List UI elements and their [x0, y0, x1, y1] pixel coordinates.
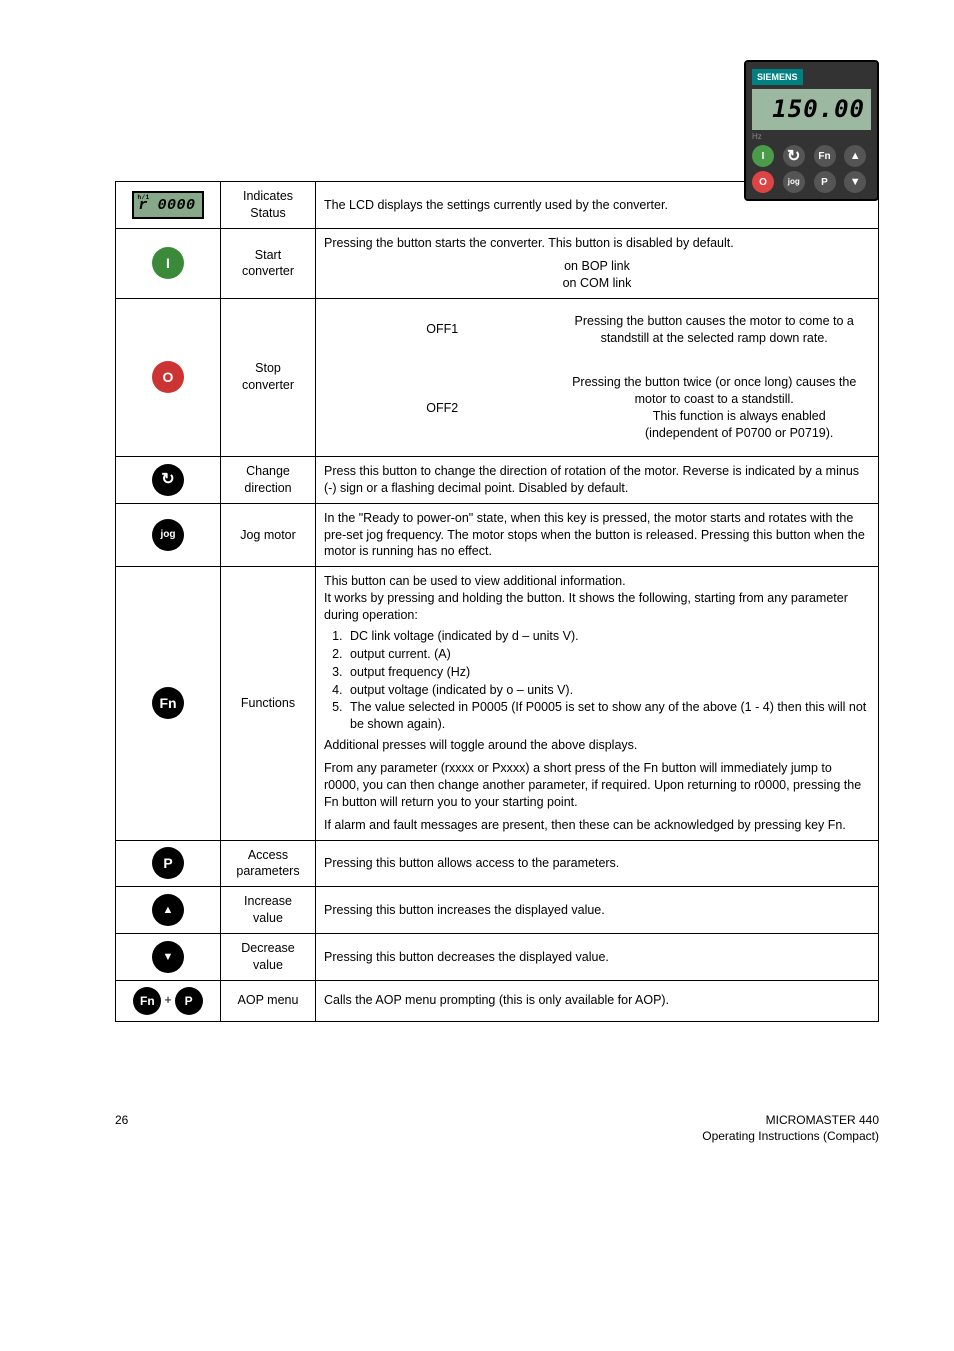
footer-title: MICROMASTER 440 — [702, 1112, 879, 1128]
button-reference-table: r 0000 Indicates Status The LCD displays… — [115, 181, 879, 1022]
panel-p-icon: P — [814, 171, 836, 193]
stop-note-2: (independent of P0700 or P0719). — [568, 425, 860, 442]
panel-fn-icon: Fn — [814, 145, 836, 167]
down-button-icon — [152, 941, 184, 973]
fn-li: output voltage (indicated by o – units V… — [346, 682, 870, 699]
stop-button-icon: O — [152, 361, 184, 393]
off1-label: OFF1 — [326, 307, 558, 353]
fn-desc: Pressing the button starts the converter… — [324, 235, 870, 252]
up-button-icon — [152, 894, 184, 926]
fn-label: AOP menu — [221, 980, 316, 1021]
operator-panel-image: SIEMENS 150.00 Hz I Fn O jog P — [115, 60, 879, 201]
p-button-icon: P — [152, 847, 184, 879]
panel-reverse-icon — [783, 145, 805, 167]
start-button-icon: I — [152, 247, 184, 279]
stop-note-1: This function is always enabled — [568, 408, 860, 425]
reverse-button-icon — [152, 464, 184, 496]
fn-label: Jog motor — [221, 503, 316, 567]
table-row: O Stop converter OFF1 Pressing the butto… — [116, 298, 879, 456]
fn-desc: Pressing this button increases the displ… — [316, 887, 879, 934]
footer-subtitle: Operating Instructions (Compact) — [702, 1128, 879, 1144]
off1-desc: Pressing the button causes the motor to … — [560, 307, 868, 353]
page-number: 26 — [115, 1112, 128, 1144]
jog-button-icon: jog — [152, 519, 184, 551]
fn-label: Start converter — [221, 229, 316, 299]
fn-li: output frequency (Hz) — [346, 664, 870, 681]
fn-desc: Calls the AOP menu prompting (this is on… — [316, 980, 879, 1021]
fn-p5: If alarm and fault messages are present,… — [324, 817, 870, 834]
fn-desc: Pressing this button allows access to th… — [316, 840, 879, 887]
table-row: Increase value Pressing this button incr… — [116, 887, 879, 934]
fn-li: output current. (A) — [346, 646, 870, 663]
table-row: jog Jog motor In the "Ready to power-on"… — [116, 503, 879, 567]
brand-badge: SIEMENS — [752, 69, 803, 85]
fn-p1: This button can be used to view addition… — [324, 573, 870, 590]
off2-desc: Pressing the button twice (or once long)… — [572, 375, 856, 406]
fn-plus-p-combo-icon: Fn + P — [133, 987, 202, 1015]
table-row: P Access parameters Pressing this button… — [116, 840, 879, 887]
table-row: Fn Functions This button can be used to … — [116, 567, 879, 840]
fn-label: Stop converter — [221, 298, 316, 456]
table-row: I Start converter Pressing the button st… — [116, 229, 879, 299]
fn-label: Decrease value — [221, 934, 316, 981]
hz-label: Hz — [752, 132, 871, 143]
bop-note: on BOP link — [324, 258, 870, 275]
fn-label: Access parameters — [221, 840, 316, 887]
fn-desc: Pressing this button decreases the displ… — [316, 934, 879, 981]
fn-p2: It works by pressing and holding the but… — [324, 590, 870, 624]
fn-p4: From any parameter (rxxxx or Pxxxx) a sh… — [324, 760, 870, 811]
off2-label: OFF2 — [326, 368, 558, 448]
fn-label: Change direction — [221, 456, 316, 503]
panel-start-icon: I — [752, 145, 774, 167]
page-footer: 26 MICROMASTER 440 Operating Instruction… — [115, 1112, 879, 1144]
panel-button-grid: I Fn O jog P — [752, 145, 871, 193]
fn-label: Indicates Status — [221, 182, 316, 229]
com-note: on COM link — [324, 275, 870, 292]
fn-label: Increase value — [221, 887, 316, 934]
fn-p3: Additional presses will toggle around th… — [324, 737, 870, 754]
fn-desc: Press this button to change the directio… — [316, 456, 879, 503]
fn-li: The value selected in P0005 (If P0005 is… — [346, 699, 870, 733]
fn-steps-list: DC link voltage (indicated by d – units … — [324, 628, 870, 733]
panel-down-icon — [844, 171, 866, 193]
panel-up-icon — [844, 145, 866, 167]
table-row: Decrease value Pressing this button decr… — [116, 934, 879, 981]
fn-desc: In the "Ready to power-on" state, when t… — [316, 503, 879, 567]
lcd-display: 150.00 — [752, 89, 871, 129]
table-row: Fn + P AOP menu Calls the AOP menu promp… — [116, 980, 879, 1021]
fn-button-icon: Fn — [152, 687, 184, 719]
fn-li: DC link voltage (indicated by d – units … — [346, 628, 870, 645]
fn-label: Functions — [221, 567, 316, 840]
r0000-display-icon: r 0000 — [132, 191, 203, 219]
panel-jog-icon: jog — [783, 171, 805, 193]
table-row: Change direction Press this button to ch… — [116, 456, 879, 503]
panel-stop-icon: O — [752, 171, 774, 193]
